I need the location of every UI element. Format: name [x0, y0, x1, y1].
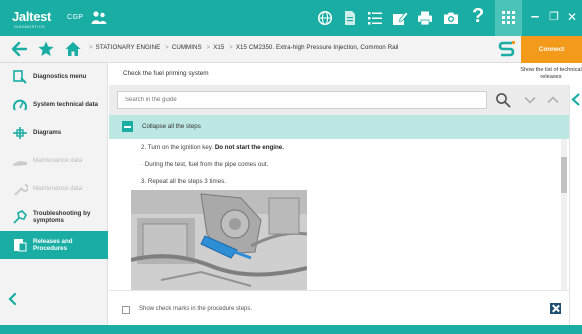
collapse-all-row[interactable]: Collapse all the steps	[109, 115, 569, 139]
scrollbar-thumb[interactable]	[561, 157, 567, 193]
favorite-star-icon[interactable]	[37, 40, 55, 58]
sidebar-item-diagrams[interactable]: Diagrams	[0, 119, 108, 147]
minimize-button[interactable]: –	[525, 0, 545, 36]
breadcrumb-bar: > STATIONARY ENGINE > CUMMINS > X15 > X15 CM…	[0, 36, 582, 63]
sidebar-item-troubleshooting[interactable]: Troubleshooting by symptoms	[0, 203, 108, 231]
technical-releases-link[interactable]: Show the list of technical releases	[520, 63, 582, 85]
restore-button[interactable]: ❐	[544, 0, 564, 36]
step-note: · During the test, fuel from the pipe co…	[141, 161, 269, 168]
procedure-header: Check the fuel priming system	[109, 63, 520, 85]
sidebar-item-label: Maintenance data	[33, 157, 83, 165]
breadcrumb: > STATIONARY ENGINE > CUMMINS > X15 > X15 CM…	[89, 44, 399, 51]
sidebar: Diagnostics menu System technical data D…	[0, 63, 108, 325]
document-icon[interactable]	[342, 10, 358, 26]
close-window-button[interactable]: ✕	[562, 0, 582, 36]
technical-data-icon	[13, 99, 27, 111]
collapse-all-label: Collapse all the steps	[142, 123, 201, 130]
connect-button[interactable]: Connect	[521, 36, 582, 63]
diagnostics-icon	[13, 70, 27, 84]
sidebar-item-label: Troubleshooting by symptoms	[33, 209, 91, 224]
procedure-photo	[131, 190, 307, 290]
sidebar-item-label: Diagrams	[33, 129, 62, 137]
sidebar-item-label: Maintenance data	[33, 185, 83, 193]
right-panel-strip	[569, 85, 582, 325]
list-icon[interactable]	[367, 10, 383, 26]
users-icon[interactable]	[91, 9, 107, 25]
check-marks-label: Show check marks in the procedure steps.	[139, 306, 253, 312]
globe-icon[interactable]	[317, 10, 333, 26]
search-icon[interactable]	[495, 92, 511, 108]
breadcrumb-item[interactable]: X15 CM2350. Extra-high Pressure Injectio…	[236, 44, 399, 51]
sidebar-item-label: Releases and Procedures	[33, 237, 73, 252]
sidebar-item-label: System technical data	[33, 101, 98, 109]
sidebar-item-system-technical-data[interactable]: System technical data	[0, 91, 108, 119]
step-text: 2. Turn on the ignition key.	[141, 144, 215, 151]
sidebar-item-diagnostics-menu[interactable]: Diagnostics menu	[0, 63, 108, 91]
product-label: CGP	[67, 14, 84, 21]
search-row	[109, 85, 569, 115]
maintenance-icon	[13, 161, 27, 166]
diagrams-icon	[13, 127, 27, 139]
apps-grid-button[interactable]	[495, 0, 522, 36]
close-procedure-button[interactable]	[550, 303, 561, 314]
chevron-up-icon[interactable]	[546, 93, 560, 107]
sidebar-item-maintenance-data-2: Maintenance data	[0, 175, 108, 203]
apps-grid-icon	[502, 11, 515, 24]
fuel-line-photo	[131, 190, 307, 290]
app-logo-subtitle: DIAGNOSTICS	[14, 24, 45, 29]
step-3: 3. Repeat all the steps 3 times.	[141, 178, 226, 185]
wrench-icon	[14, 184, 28, 196]
back-arrow-icon[interactable]	[10, 40, 28, 58]
collapse-toggle[interactable]	[122, 121, 133, 132]
step-warning: Do not start the engine.	[214, 144, 284, 151]
camera-icon[interactable]	[443, 10, 459, 26]
procedure-steps: 2. Turn on the ignition key. Do not star…	[109, 139, 569, 290]
check-marks-checkbox[interactable]	[122, 306, 130, 314]
breadcrumb-item[interactable]: CUMMINS	[172, 44, 202, 51]
breadcrumb-item[interactable]: X15	[213, 44, 224, 51]
step-2: 2. Turn on the ignition key. Do not star…	[141, 144, 284, 151]
help-icon[interactable]: ?	[472, 5, 484, 28]
expand-panel-icon[interactable]	[571, 93, 582, 106]
collapse-sidebar-icon[interactable]	[6, 292, 20, 306]
printer-icon[interactable]	[417, 10, 433, 26]
procedures-icon	[14, 239, 27, 252]
app-logo: Jaltest	[12, 9, 52, 24]
home-icon[interactable]	[64, 40, 82, 58]
steps-scrollbar[interactable]	[561, 139, 567, 290]
top-bar: Jaltest DIAGNOSTICS CGP ? – ❐ ✕	[0, 0, 582, 36]
procedure-footer: Show check marks in the procedure steps.	[109, 290, 569, 325]
sidebar-item-maintenance-data: Maintenance data	[0, 147, 108, 175]
breadcrumb-item[interactable]: STATIONARY ENGINE	[96, 44, 161, 51]
chevron-down-icon[interactable]	[523, 93, 537, 107]
status-bar	[0, 325, 582, 334]
sidebar-item-label: Diagnostics menu	[33, 73, 87, 81]
edit-icon[interactable]	[392, 10, 408, 26]
troubleshooting-icon	[13, 210, 27, 224]
search-input[interactable]	[117, 91, 487, 109]
connection-status-icon[interactable]	[498, 40, 516, 58]
sidebar-item-releases-procedures[interactable]: Releases and Procedures	[0, 231, 108, 259]
page-title: Check the fuel priming system	[123, 70, 209, 77]
